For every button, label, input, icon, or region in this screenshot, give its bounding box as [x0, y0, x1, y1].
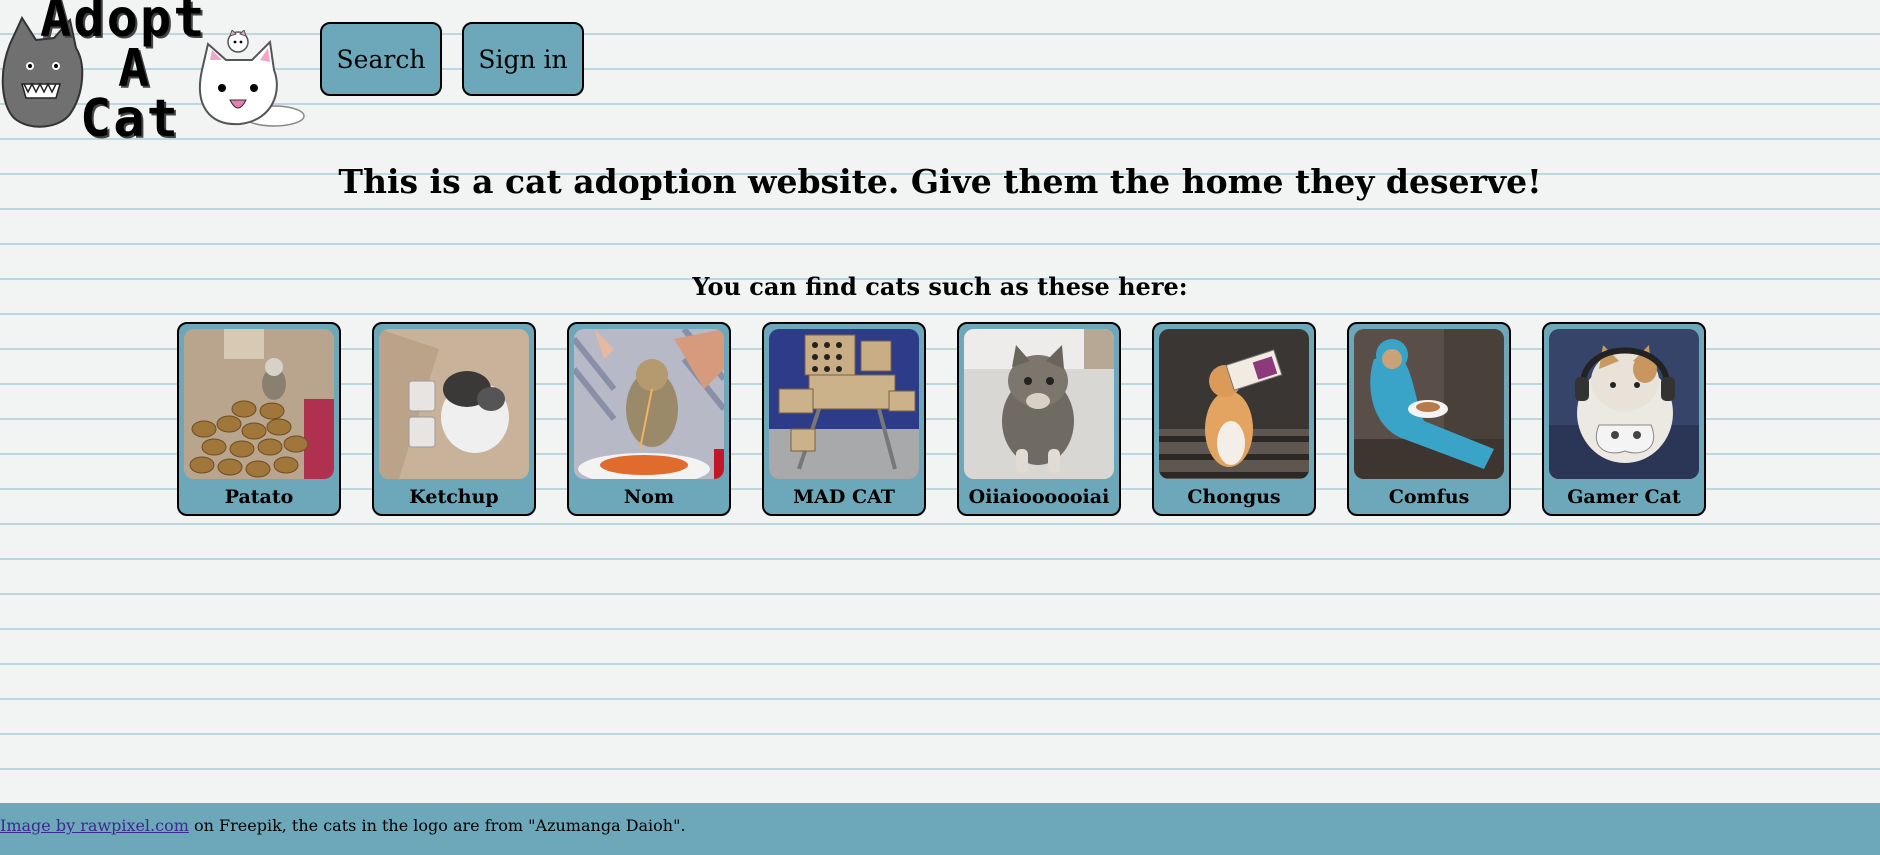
cat-card[interactable]: Patato	[177, 322, 341, 516]
cat-card[interactable]: Nom	[567, 322, 731, 516]
cat-card[interactable]: Comfus	[1347, 322, 1511, 516]
tabby-cat-standing-photo-icon	[964, 329, 1114, 479]
cat-name: Gamer Cat	[1567, 486, 1681, 508]
cat-card[interactable]: Oiiaioooooiai	[957, 322, 1121, 516]
cat-name: Patato	[224, 486, 294, 508]
site-logo[interactable]: Adopt A Cat	[0, 0, 306, 145]
logo-line-adopt: Adopt	[40, 0, 207, 49]
cat-card[interactable]: Gamer Cat	[1542, 322, 1706, 516]
cat-in-blue-onesie-photo-icon	[1354, 329, 1504, 479]
white-cat-logo-icon	[199, 30, 305, 127]
logo-text: Adopt A Cat	[40, 0, 207, 149]
page-headline: This is a cat adoption website. Give the…	[338, 162, 1542, 201]
rawpixel-credit-link[interactable]: Image by rawpixel.com	[0, 816, 189, 835]
cat-card[interactable]: MAD CAT	[762, 322, 926, 516]
cats-subheading: You can find cats such as these here:	[692, 272, 1188, 301]
cat-on-potatoes-photo-icon	[184, 329, 334, 479]
search-button[interactable]: Search	[320, 22, 442, 96]
cat-name: Comfus	[1388, 486, 1470, 508]
cat-card[interactable]: Chongus	[1152, 322, 1316, 516]
cat-with-headset-and-controller-photo-icon	[1549, 329, 1699, 479]
logo-line-cat: Cat	[80, 89, 180, 149]
cat-in-cardboard-mech-photo-icon	[769, 329, 919, 479]
cat-drinking-from-carton-photo-icon	[1159, 329, 1309, 479]
cat-name: Chongus	[1187, 486, 1281, 508]
logo-line-a: A	[118, 39, 152, 99]
cat-card-list: Patato Ketchup Nom MAD CAT Oiiaioooooiai…	[177, 322, 1706, 516]
cat-name: Nom	[623, 486, 675, 508]
cat-name: Oiiaioooooiai	[968, 486, 1110, 508]
footer-credit-text: on Freepik, the cats in the logo are fro…	[188, 816, 686, 835]
cat-eating-spaghetti-photo-icon	[574, 329, 724, 479]
page-footer: Image by rawpixel.com on Freepik, the ca…	[0, 803, 1880, 855]
cat-name: Ketchup	[409, 486, 499, 508]
cat-card[interactable]: Ketchup	[372, 322, 536, 516]
sign-in-button[interactable]: Sign in	[462, 22, 584, 96]
cat-name: MAD CAT	[793, 486, 895, 508]
kitten-with-ketchup-packets-photo-icon	[379, 329, 529, 479]
